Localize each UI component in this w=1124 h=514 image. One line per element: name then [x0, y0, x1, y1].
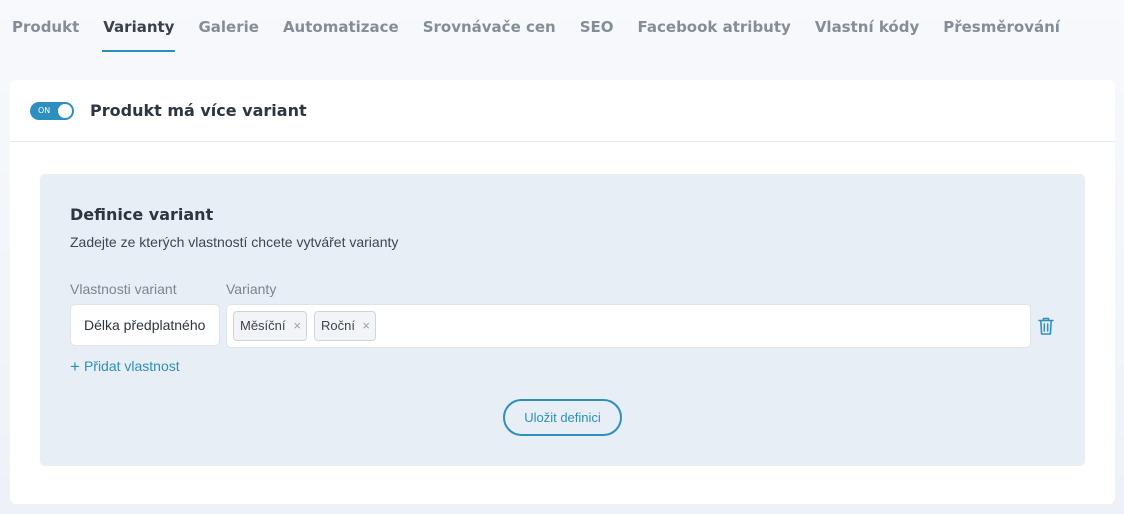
variant-tag: Měsíční ×	[233, 311, 307, 341]
add-property-label: Přidat vlastnost	[83, 358, 180, 374]
properties-label: Vlastnosti variant	[70, 281, 177, 297]
card-title: Produkt má více variant	[90, 101, 307, 120]
variants-card: ON Produkt má více variant Definice vari…	[10, 80, 1115, 504]
variants-tag-input[interactable]: Měsíční × Roční ×	[226, 304, 1031, 348]
add-property-link[interactable]: + Přidat vlastnost	[70, 357, 180, 377]
tab-vlastni-kody[interactable]: Vlastní kódy	[815, 0, 919, 52]
tab-facebook-atributy[interactable]: Facebook atributy	[638, 0, 791, 52]
tab-galerie[interactable]: Galerie	[198, 0, 258, 52]
variant-tag-label: Roční	[321, 318, 355, 333]
tab-seo[interactable]: SEO	[580, 0, 614, 52]
variant-tag: Roční ×	[314, 311, 376, 341]
panel-title: Definice variant	[70, 205, 214, 224]
plus-icon: +	[70, 357, 80, 376]
toggle-state-label: ON	[38, 106, 51, 115]
tab-produkt[interactable]: Produkt	[12, 0, 79, 52]
save-definition-button[interactable]: Uložit definici	[503, 399, 622, 436]
tab-automatizace[interactable]: Automatizace	[283, 0, 399, 52]
close-icon[interactable]: ×	[362, 312, 370, 340]
card-header: ON Produkt má více variant	[10, 80, 1115, 142]
toggle-knob	[58, 104, 72, 118]
variant-tag-label: Měsíční	[240, 318, 286, 333]
tab-presmerovani[interactable]: Přesměrování	[943, 0, 1060, 52]
close-icon[interactable]: ×	[293, 312, 301, 340]
variants-label: Varianty	[226, 281, 277, 297]
property-input[interactable]: Délka předplatného	[70, 304, 220, 346]
tab-bar: Produkt Varianty Galerie Automatizace Sr…	[0, 0, 1084, 52]
page: Produkt Varianty Galerie Automatizace Sr…	[0, 0, 1124, 514]
tab-varianty[interactable]: Varianty	[102, 0, 176, 52]
trash-icon[interactable]	[1037, 316, 1055, 336]
variant-definition-panel: Definice variant Zadejte ze kterých vlas…	[40, 174, 1085, 466]
multiple-variants-toggle[interactable]: ON	[30, 102, 74, 120]
panel-description: Zadejte ze kterých vlastností chcete vyt…	[70, 234, 399, 250]
tab-srovnavace-cen[interactable]: Srovnávače cen	[423, 0, 556, 52]
